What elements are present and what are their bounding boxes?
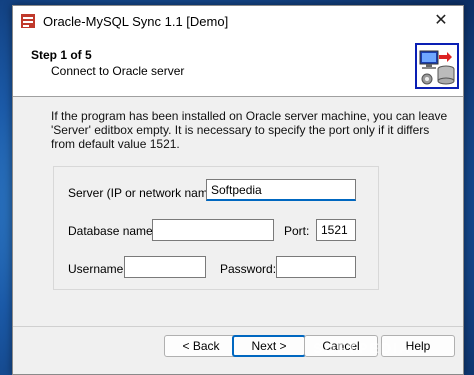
- instruction-text: If the program has been installed on Ora…: [51, 109, 448, 151]
- connection-group: Server (IP or network name): Database na…: [53, 166, 379, 290]
- step-title: Step 1 of 5: [31, 48, 92, 62]
- instruction-line-1: If the program has been installed on Ora…: [51, 109, 448, 123]
- back-button[interactable]: < Back: [164, 335, 238, 357]
- title-bar[interactable]: Oracle-MySQL Sync 1.1 [Demo] ✕: [13, 6, 463, 36]
- instruction-line-2: 'Server' editbox empty. It is necessary …: [51, 123, 430, 137]
- server-input[interactable]: [206, 179, 356, 201]
- wizard-window: Oracle-MySQL Sync 1.1 [Demo] ✕ Step 1 of…: [12, 5, 464, 375]
- cancel-button[interactable]: Cancel: [304, 335, 378, 357]
- help-button[interactable]: Help: [381, 335, 455, 357]
- close-button[interactable]: ✕: [419, 6, 463, 36]
- database-input[interactable]: [152, 219, 274, 241]
- port-input[interactable]: [316, 219, 356, 241]
- database-label: Database name:: [68, 224, 157, 238]
- wizard-header: Step 1 of 5 Connect to Oracle server: [13, 36, 463, 97]
- port-label: Port:: [284, 224, 310, 238]
- password-input[interactable]: [276, 256, 356, 278]
- step-subtitle: Connect to Oracle server: [51, 64, 185, 78]
- next-button[interactable]: Next >: [232, 335, 306, 357]
- app-db-sync-icon: [21, 14, 35, 28]
- username-input[interactable]: [124, 256, 206, 278]
- window-title: Oracle-MySQL Sync 1.1 [Demo]: [43, 14, 229, 29]
- computer-database-icon: [415, 43, 459, 89]
- footer-divider: [13, 326, 463, 327]
- username-label: Username:: [68, 262, 127, 276]
- password-label: Password:: [220, 262, 277, 276]
- server-label: Server (IP or network name):: [68, 186, 222, 200]
- instruction-line-3: from default value 1521.: [51, 137, 180, 151]
